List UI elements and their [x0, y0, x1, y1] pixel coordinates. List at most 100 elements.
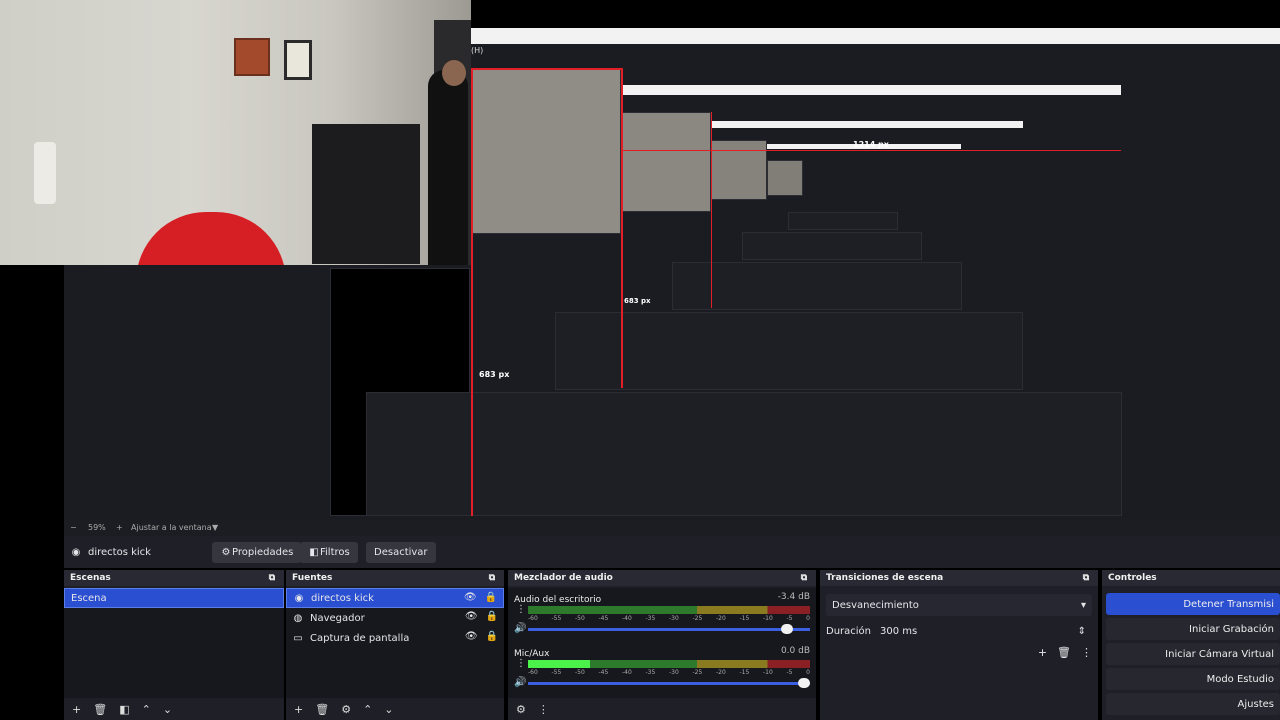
- volume-slider[interactable]: [528, 624, 810, 634]
- virtual-camera-button[interactable]: Iniciar Cámara Virtual: [1106, 643, 1280, 665]
- transitions-title: Transiciones de escena: [826, 573, 944, 583]
- eye-icon[interactable]: 👁: [465, 631, 478, 642]
- lock-icon[interactable]: 🔒: [486, 611, 498, 622]
- add-icon[interactable]: +: [1038, 646, 1047, 659]
- volume-slider[interactable]: [528, 678, 810, 688]
- scale-tick: -50: [575, 669, 585, 676]
- sources-header: Fuentes ⧉: [286, 570, 504, 586]
- source-item[interactable]: ◍ Navegador 👁 🔒: [286, 608, 504, 628]
- scale-tick: -5: [786, 669, 793, 676]
- scenes-title: Escenas: [70, 573, 111, 583]
- undock-icon[interactable]: ⧉: [1080, 573, 1092, 583]
- filters-button[interactable]: ◧ Filtros: [300, 542, 358, 563]
- more-icon[interactable]: ⋮: [538, 703, 549, 716]
- scale-tick: -25: [692, 615, 703, 622]
- scene-item[interactable]: Escena: [64, 588, 284, 608]
- scale-tick: -45: [598, 669, 609, 676]
- scenes-header: Escenas ⧉: [64, 570, 284, 586]
- preview-canvas[interactable]: (H) 1214 px 683 px 683 px: [0, 0, 1280, 520]
- eye-icon[interactable]: 👁: [464, 592, 477, 603]
- lock-icon[interactable]: 🔒: [485, 592, 497, 603]
- fit-window-button[interactable]: Ajustar a la ventana: [131, 523, 212, 532]
- scenes-list: Escena: [64, 588, 284, 698]
- filter-icon: ◧: [309, 547, 319, 558]
- scale-tick: -50: [575, 615, 585, 622]
- source-item[interactable]: ◉ directos kick 👁 🔒: [286, 588, 504, 608]
- scale-tick: -55: [551, 669, 562, 676]
- mixer-channel: Mic/Aux 0.0 dB ⋮ -60 -55 -50 -45 -40 -35 -30 -2…: [508, 642, 816, 696]
- gear-icon[interactable]: ⚙: [341, 703, 351, 716]
- speaker-icon[interactable]: 🔊: [514, 677, 526, 688]
- eye-icon[interactable]: 👁: [465, 611, 478, 622]
- more-icon[interactable]: ⋮: [516, 604, 526, 615]
- source-item[interactable]: ▭ Captura de pantalla 👁 🔒: [286, 628, 504, 648]
- trash-icon[interactable]: 🗑: [93, 703, 107, 716]
- undock-icon[interactable]: ⧉: [486, 573, 498, 583]
- camera-feed: [0, 0, 471, 265]
- scale-tick: -30: [669, 615, 679, 622]
- transitions-dock: Transiciones de escena ⧉ Desvanecimiento…: [820, 570, 1098, 720]
- properties-button[interactable]: ⚙ Propiedades: [212, 542, 302, 563]
- more-icon[interactable]: ⋮: [1081, 646, 1092, 659]
- nested-camera-4: [767, 160, 803, 196]
- zoom-bar: − 59% + Ajustar a la ventana ▼: [64, 520, 1280, 536]
- controls-buttons: Detener Transmisi Iniciar Grabación Inic…: [1106, 590, 1280, 718]
- speaker-icon[interactable]: 🔊: [514, 623, 526, 634]
- globe-icon: ◍: [293, 612, 303, 624]
- stop-stream-button[interactable]: Detener Transmisi: [1106, 593, 1280, 615]
- arrow-up-icon[interactable]: ⌃: [363, 703, 372, 716]
- transitions-header: Transiciones de escena ⧉: [820, 570, 1098, 586]
- add-icon[interactable]: +: [294, 703, 303, 716]
- wall-poster: [234, 38, 270, 76]
- height-measure-label: 683 px: [479, 370, 510, 379]
- settings-button[interactable]: Ajustes: [1106, 693, 1280, 715]
- source-label: Captura de pantalla: [310, 632, 410, 644]
- mixer-title: Mezclador de audio: [514, 573, 613, 583]
- arrow-up-icon[interactable]: ⌃: [142, 703, 151, 716]
- nested-camera-1: [471, 68, 621, 234]
- scale-tick: -30: [669, 669, 679, 676]
- mixer-channel: Audio del escritorio -3.4 dB ⋮ -60 -55 -50…: [508, 588, 816, 642]
- volume-knob[interactable]: [798, 678, 810, 688]
- arrow-down-icon[interactable]: ⌄: [384, 703, 393, 716]
- studio-mode-button[interactable]: Modo Estudio: [1106, 668, 1280, 690]
- undock-icon[interactable]: ⧉: [266, 573, 278, 583]
- arrow-down-icon[interactable]: ⌄: [163, 703, 172, 716]
- sources-dock: Fuentes ⧉ ◉ directos kick 👁 🔒 ◍ Navegador…: [286, 570, 504, 720]
- filter-icon[interactable]: ◧: [119, 703, 129, 716]
- duration-input[interactable]: 300 ms ⇕: [874, 620, 1092, 642]
- deactivate-button[interactable]: Desactivar: [366, 542, 436, 563]
- trash-icon[interactable]: 🗑: [315, 703, 329, 716]
- gear-icon[interactable]: ⚙: [516, 703, 526, 716]
- zoom-out-button[interactable]: −: [70, 523, 77, 532]
- zoom-dropdown-icon[interactable]: ▼: [212, 523, 218, 532]
- start-recording-button[interactable]: Iniciar Grabación: [1106, 618, 1280, 640]
- guide-line-v2: [621, 68, 623, 388]
- nested-capture-2: [555, 312, 1023, 390]
- trash-icon[interactable]: 🗑: [1057, 646, 1071, 659]
- guide-line-v: [471, 68, 473, 516]
- scale-tick: -40: [622, 615, 632, 622]
- lock-icon[interactable]: 🔒: [486, 631, 498, 642]
- volume-knob[interactable]: [781, 624, 794, 634]
- add-icon[interactable]: +: [72, 703, 81, 716]
- source-label: directos kick: [311, 592, 374, 604]
- scale-tick: -45: [598, 615, 609, 622]
- transition-select[interactable]: Desvanecimiento ▾: [826, 594, 1092, 616]
- scale-tick: -35: [645, 669, 656, 676]
- undock-icon[interactable]: ⧉: [798, 573, 810, 583]
- monitor-icon: ▭: [293, 632, 303, 644]
- duration-value: 300 ms: [880, 625, 918, 637]
- mixer-footer: ⚙ ⋮: [508, 698, 816, 720]
- sources-list: ◉ directos kick 👁 🔒 ◍ Navegador 👁 🔒 ▭ Capt…: [286, 588, 504, 698]
- level-meter: [528, 606, 810, 614]
- stepper-icon[interactable]: ⇕: [1078, 626, 1086, 637]
- zoom-in-button[interactable]: +: [116, 523, 123, 532]
- nested-capture-1: [366, 392, 1122, 516]
- properties-label: Propiedades: [232, 547, 294, 558]
- scale-tick: 0: [806, 669, 810, 676]
- zoom-value: 59%: [88, 523, 106, 532]
- more-icon[interactable]: ⋮: [516, 658, 526, 669]
- nested-white-bar-2: [711, 121, 1023, 128]
- controls-title: Controles: [1108, 573, 1157, 583]
